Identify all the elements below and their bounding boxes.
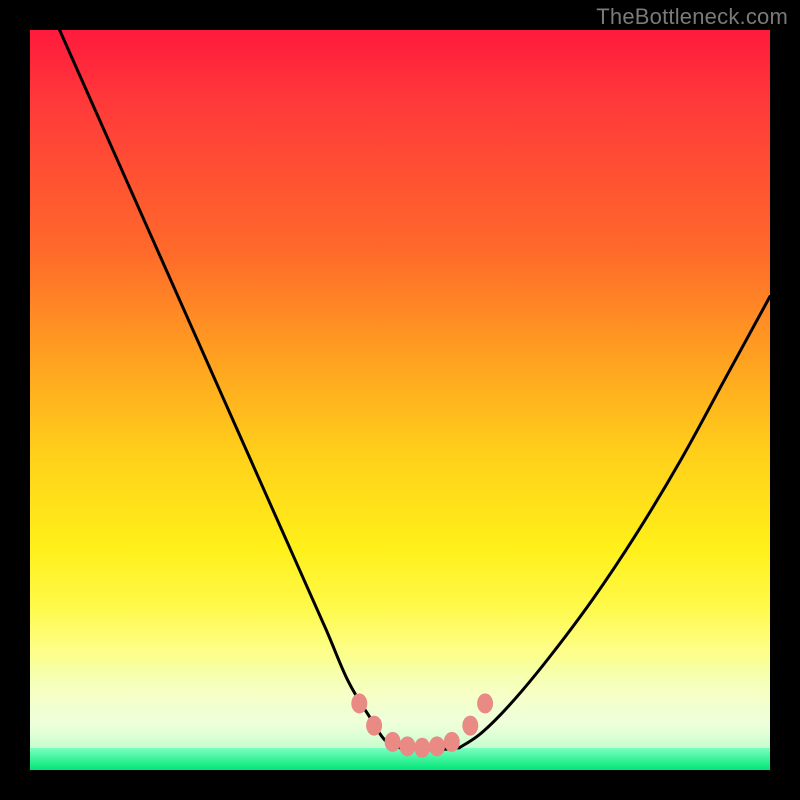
curve-layer	[30, 30, 770, 770]
marker-dot	[462, 716, 478, 736]
marker-dot	[414, 738, 430, 758]
marker-dot	[477, 693, 493, 713]
marker-dot	[399, 736, 415, 756]
marker-dot	[385, 732, 401, 752]
marker-dot	[429, 736, 445, 756]
marker-group	[351, 693, 493, 757]
plot-area	[30, 30, 770, 770]
marker-dot	[351, 693, 367, 713]
curve-left	[60, 30, 400, 748]
chart-frame: TheBottleneck.com	[0, 0, 800, 800]
marker-dot	[444, 732, 460, 752]
marker-dot	[366, 716, 382, 736]
watermark-text: TheBottleneck.com	[596, 4, 788, 30]
curve-right	[459, 296, 770, 747]
